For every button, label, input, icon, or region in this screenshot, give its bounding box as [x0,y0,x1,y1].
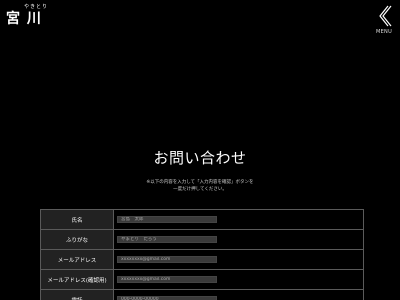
form-row-furigana: ふりがな [40,229,364,250]
email-confirm-label: メールアドレス(確認用) [40,269,114,290]
form-row-name: 氏名 [40,209,364,230]
chevron-left-icon [379,5,392,27]
name-input[interactable] [117,216,217,223]
menu-label: MENU [375,29,393,35]
form-row-phone: 電話 [40,289,364,300]
page: やきとり 宮 川 MENU お問い合わせ ※以下の内容を入力して「入力内容を確認… [0,0,400,300]
phone-label: 電話 [40,289,114,300]
site-logo[interactable]: やきとり 宮 川 [6,3,62,27]
form-row-email: メールアドレス [40,249,364,270]
logo-text: 宮 川 [6,11,42,27]
instruction-line: 一度だけ押してください。 [173,187,227,192]
email-input[interactable] [117,256,217,263]
contact-form: 氏名 ふりがな メールアドレス メールアドレス(確認用) 電話 [40,209,364,300]
form-row-email-confirm: メールアドレス(確認用) [40,269,364,290]
furigana-label: ふりがな [40,229,114,250]
page-title: お問い合わせ [153,149,247,167]
email-label: メールアドレス [40,249,114,270]
form-instructions: ※以下の内容を入力して「入力内容を確認」ボタンを 一度だけ押してください。 [120,179,280,193]
instruction-line: ※以下の内容を入力して「入力内容を確認」ボタンを [146,180,254,185]
email-confirm-input[interactable] [117,276,217,283]
menu-button[interactable]: MENU [372,2,396,36]
phone-input[interactable] [117,296,217,300]
furigana-input[interactable] [117,236,217,243]
name-label: 氏名 [40,209,114,230]
